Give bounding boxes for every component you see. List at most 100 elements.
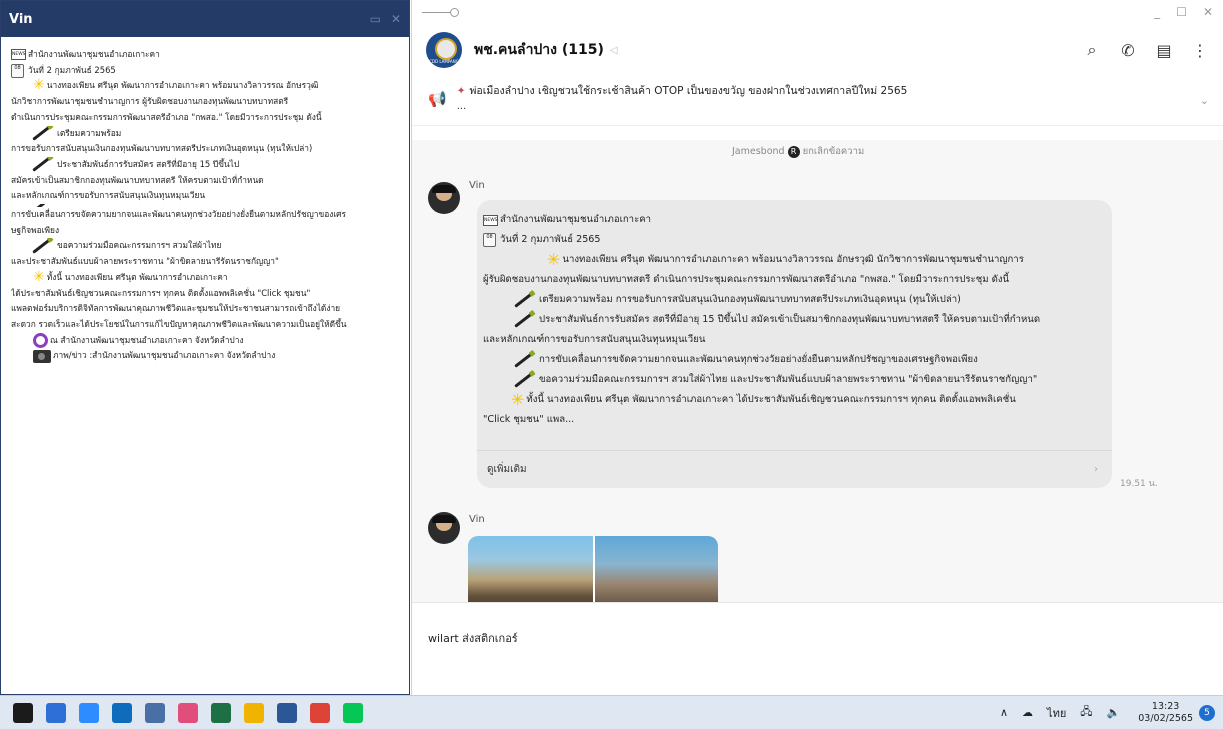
clock[interactable]: 13:23 03/02/2565 [1138,701,1193,725]
note-line: นักวิชาการพัฒนาชุมชนชำนาญการ ผู้รับผิดชอ… [11,96,289,107]
note-line: ดำเนินการประชุมคณะกรรมการพัฒนาสตรีอำเภอ … [11,111,322,122]
minimize-icon[interactable]: ▭ [370,12,381,26]
typing-notice: wilart ส่งสติกเกอร์ [428,632,518,645]
notes-icon[interactable]: ▤ [1155,41,1173,60]
taskbar: ∧ ☁ ไทย 🖧 🔈 13:23 03/02/2565 5 [0,695,1223,729]
excel-icon[interactable] [211,702,231,723]
megaphone-icon: 📢 [428,90,447,108]
avatar[interactable] [428,512,460,544]
maximize-icon[interactable]: ☐ [1176,5,1187,19]
network-icon[interactable]: 🖧 [1080,703,1092,722]
word-icon[interactable] [277,702,297,723]
close-icon[interactable]: ✕ [1203,5,1213,19]
cloud-icon[interactable]: ☁ [1022,706,1033,719]
sparkle-icon: ✳ [33,269,45,285]
sender-name: Vin [469,180,485,191]
photo-message[interactable] [468,536,718,602]
note-window-title: Vin [9,11,33,27]
mail-icon[interactable] [112,702,132,723]
close-icon[interactable]: ✕ [391,12,401,26]
photo-thumbnail[interactable] [593,536,718,602]
note-line: ภาพ/ข่าว :สำนักงานพัฒนาชุมชนอำเภอเกาะคา … [11,348,399,364]
calculator-icon[interactable] [145,702,165,723]
chevron-right-icon: › [1094,463,1098,475]
calendar-icon: 08 [11,63,24,78]
note-content: NEWS สำนักงานพัฒนาชุมชนอำเภอเกาะคา 08 วันท… [1,37,409,364]
user-badge: R [787,146,800,158]
pencil-icon [514,372,532,388]
sparkle-icon: ✳ [511,390,525,409]
news-icon: NEWS [483,214,498,226]
pencil-icon [32,157,50,173]
sparkle-icon: ✦ [456,85,466,97]
note-titlebar[interactable]: Vin ▭ ✕ [1,1,409,37]
note-line: สมัครเข้าเป็นสมาชิกกองทุนพัฒนาบทบาทสตรี … [11,174,264,185]
note-line: ษฐกิจพอเพียง [11,224,60,235]
see-more-button[interactable]: ดูเพิ่มเติม › [477,450,1112,488]
avatar[interactable] [428,182,460,214]
notification-badge[interactable]: 5 [1199,704,1215,721]
chat-window: _ ☐ ✕ CDD LAMPANG พช.คนลำปาง (115) ◁ ⌕ ✆… [411,0,1223,695]
line-icon[interactable] [343,702,363,723]
system-tray: ∧ ☁ ไทย 🖧 🔈 13:23 03/02/2565 5 [986,701,1223,725]
calendar-icon: 08 [483,233,496,247]
pencil-icon [32,126,50,141]
camera-icon [33,349,51,363]
note-line: และหลักเกณฑ์การขอรับการสนับสนุนเงินทุนหม… [11,190,206,201]
pencil-icon [514,312,532,328]
zoom-icon[interactable] [79,702,99,723]
note-line: ประชาสัมพันธ์การรับสมัคร สตรีที่มีอายุ 1… [11,157,399,173]
sparkle-icon: ✳ [547,250,561,269]
note-line: ✳ นางทองเพียน ศรีนุต พัฒนาการอำเภอเกาะคา … [33,78,319,94]
desktop: Vin ▭ ✕ NEWS สำนักงานพัฒนาชุมชนอำเภอเกาะค… [0,0,1223,729]
phone-icon[interactable]: ✆ [1119,41,1137,60]
language-indicator[interactable]: ไทย [1047,704,1066,722]
pencil-icon [32,238,50,254]
sparkle-icon: ✳ [33,78,45,94]
note-line: ณ สำนักงานพัฒนาชุมชนอำเภอเกาะคา จังหวัดล… [11,333,399,349]
chat-titlebar: _ ☐ ✕ [412,0,1223,24]
task-view-icon[interactable] [46,702,66,723]
chrome-icon[interactable] [310,702,330,723]
system-message: Jamesbond R ยกเลิกข้อความ [732,146,865,158]
note-line: การขับเคลื่อนการขจัดความยากจนและพัฒนาคนท… [11,209,346,220]
announcement-bar[interactable]: 📢 ✦ พ่อเมืองลำปาง เชิญชวนใช้กระเช้าสินค้า… [412,76,1223,126]
note-line: เตรียมความพร้อม [11,126,399,142]
message-time: 19.51 น. [1120,479,1158,489]
note-line: สะดวก รวดเร็วและได้ประโยชน์ในการแก้ไขปัญ… [11,318,347,329]
more-menu-icon[interactable]: ⋮ [1191,41,1209,60]
pencil-icon [514,352,532,368]
message-bubble[interactable]: NEWS สำนักงานพัฒนาชุมชนอำเภอเกาะคา 08 วันท… [477,200,1112,488]
group-name[interactable]: พช.คนลำปาง (115) [474,39,604,61]
message-input-area[interactable]: wilart ส่งสติกเกอร์ [412,602,1223,695]
announcement-ellipsis: ... [456,101,467,112]
note-window: Vin ▭ ✕ NEWS สำนักงานพัฒนาชุมชนอำเภอเกาะค… [0,0,410,695]
note-line: การขอรับการสนับสนุนเงินกองทุนพัฒนาบทบาทส… [11,143,313,154]
group-avatar[interactable]: CDD LAMPANG [426,32,462,68]
message-list[interactable]: Jamesbond R ยกเลิกข้อความ Vin NEWS สำนักงาน… [412,140,1223,602]
chevron-down-icon[interactable]: ⌄ [1200,94,1209,107]
opacity-slider[interactable] [422,7,459,17]
chat-header: CDD LAMPANG พช.คนลำปาง (115) ◁ ⌕ ✆ ▤ ⋮ [412,24,1223,76]
snipping-icon[interactable] [178,702,198,723]
news-icon: NEWS [11,49,26,61]
note-line: และประชาสัมพันธ์แบบผ้าลายพระราชทาน "ผ้าข… [11,256,279,267]
note-line: ขอความร่วมมือคณะกรรมการฯ สวมใส่ผ้าไทย [11,238,399,254]
sender-name: Vin [469,514,485,525]
chevron-up-icon[interactable]: ∧ [1000,706,1008,719]
volume-icon[interactable]: 🔈 [1107,706,1121,719]
photo-thumbnail[interactable] [468,536,593,602]
pencil-icon [514,292,532,308]
note-line: NEWS สำนักงานพัฒนาชุมชนอำเภอเกาะคา [11,49,160,61]
file-explorer-icon[interactable] [244,702,264,723]
note-line: ✳ ทั้งนี้ นางทองเพียน ศรีนุต พัฒนาการอำเภ… [33,269,228,285]
note-line: แพลตฟอร์มบริการดิจิทัลการพัฒนาคุณภาพชีวิ… [11,303,341,314]
search-icon[interactable]: ⌕ [1083,40,1101,60]
note-line: 08 วันที่ 2 กุมภาพันธ์ 2565 [11,63,399,79]
location-icon [33,333,48,348]
start-icon[interactable] [13,702,33,723]
announcement-text: พ่อเมืองลำปาง เชิญชวนใช้กระเช้าสินค้า OT… [469,85,908,97]
minimize-icon[interactable]: _ [1154,5,1160,19]
note-line: ได้ประชาสัมพันธ์เชิญชวนคณะกรรมการฯ ทุกคน… [11,287,311,298]
mute-icon: ◁ [609,44,618,56]
